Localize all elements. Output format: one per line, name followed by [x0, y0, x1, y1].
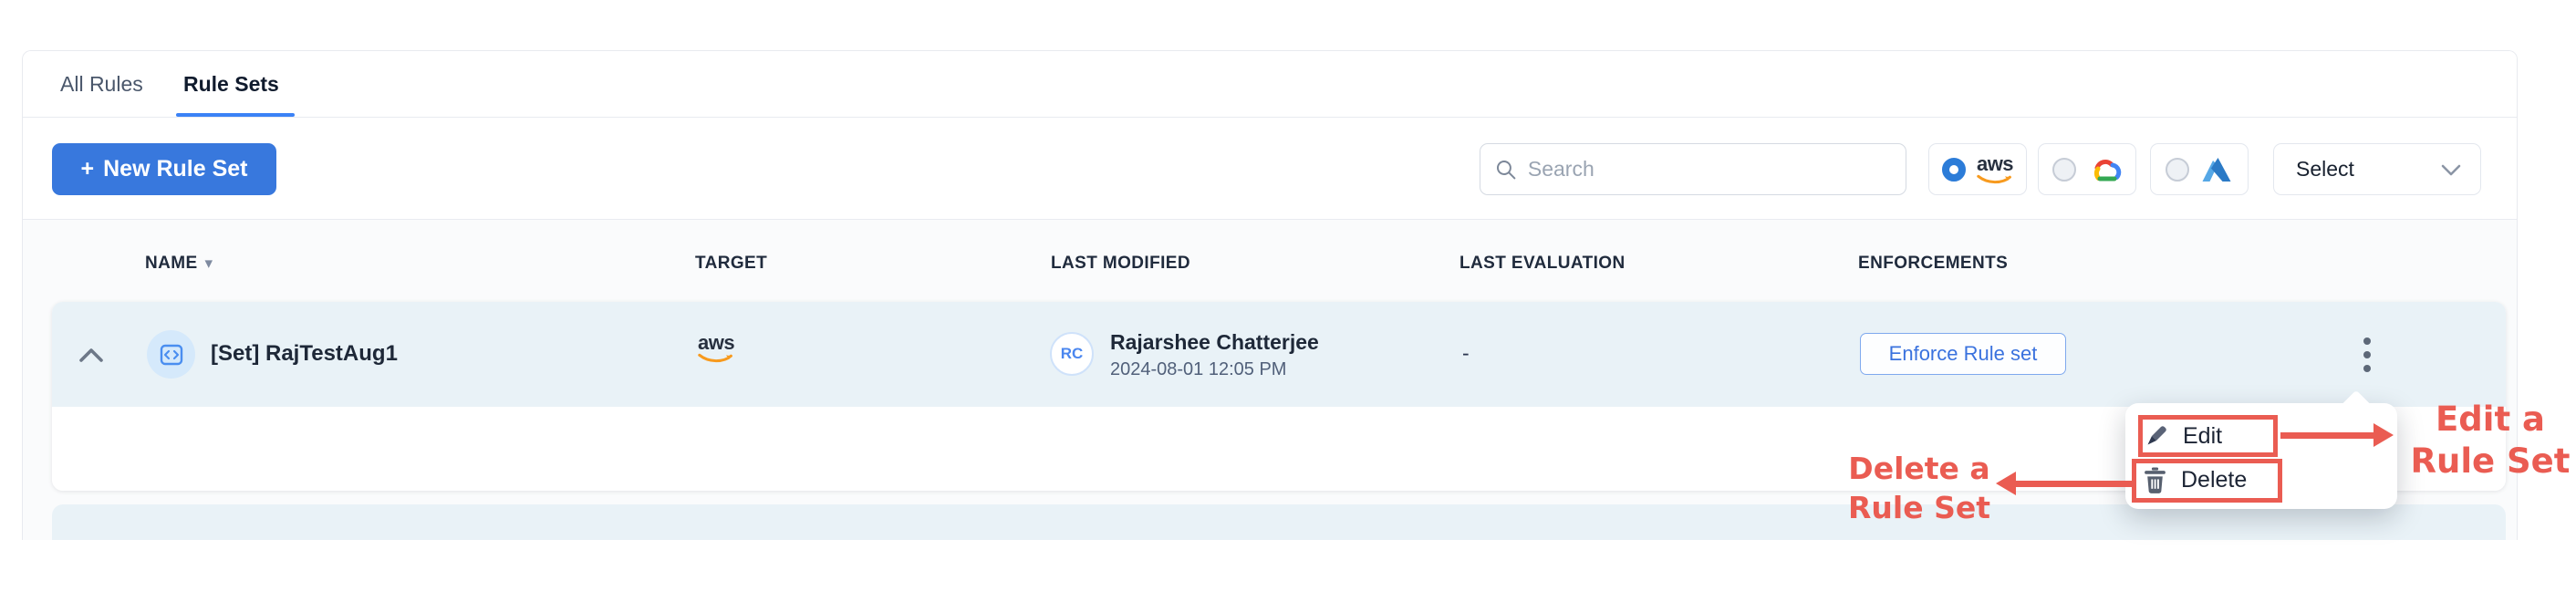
gcp-filter-toggle[interactable]	[2038, 143, 2136, 195]
chevron-up-icon[interactable]	[78, 347, 105, 364]
sort-caret-icon: ▾	[205, 254, 213, 272]
plus-icon: +	[81, 156, 95, 182]
toolbar: + New Rule Set aws	[23, 118, 2517, 220]
column-header-name[interactable]: NAME▾	[145, 254, 213, 274]
column-header-enforcements: ENFORCEMENTS	[1858, 254, 2008, 274]
menu-item-edit[interactable]: Edit	[2144, 416, 2222, 456]
radio-unselected-icon	[2166, 158, 2189, 182]
edit-annotation-label: Edit a Rule Set	[2408, 399, 2572, 483]
radio-unselected-icon	[2052, 158, 2076, 182]
rules-page: All Rules Rule Sets + New Rule Set	[0, 0, 2576, 602]
menu-item-delete[interactable]: Delete	[2144, 460, 2247, 500]
target-aws-logo-icon: aws	[698, 333, 734, 364]
edit-arrow-line	[2280, 432, 2375, 439]
column-header-last-modified: LAST MODIFIED	[1051, 254, 1190, 274]
menu-item-delete-label: Delete	[2181, 467, 2247, 493]
kebab-menu-icon[interactable]	[2356, 334, 2378, 376]
azure-filter-toggle[interactable]	[2150, 143, 2249, 195]
search-icon	[1495, 158, 1517, 182]
new-rule-set-button[interactable]: + New Rule Set	[52, 143, 276, 195]
trash-icon	[2144, 467, 2166, 493]
chevron-down-icon	[2440, 162, 2462, 177]
delete-annotation-label: Delete a Rule Set	[1841, 449, 1998, 527]
rule-set-name: [Set] RajTestAug1	[211, 341, 398, 367]
delete-arrow-line	[2016, 481, 2135, 487]
search-input[interactable]	[1528, 157, 1891, 182]
aws-filter-toggle[interactable]: aws	[1928, 143, 2027, 195]
tab-rule-sets[interactable]: Rule Sets	[183, 51, 279, 117]
column-header-last-evaluation: LAST EVALUATION	[1459, 254, 1626, 274]
aws-logo-icon: aws	[1977, 154, 2013, 185]
select-dropdown-value: Select	[2296, 157, 2354, 182]
target-aws-text: aws	[698, 333, 734, 353]
tab-all-rules[interactable]: All Rules	[60, 51, 143, 117]
delete-arrow-head-icon	[1996, 472, 2016, 495]
enforce-rule-set-button[interactable]: Enforce Rule set	[1860, 333, 2066, 375]
pencil-icon	[2144, 424, 2168, 449]
context-menu: Edit Delete	[2125, 403, 2397, 509]
rule-set-row[interactable]: [Set] RajTestAug1 aws RC Rajarshee Chatt…	[52, 302, 2506, 407]
modified-timestamp: 2024-08-01 12:05 PM	[1110, 359, 1286, 380]
gcp-logo-icon	[2087, 156, 2122, 183]
active-tab-underline	[176, 113, 295, 117]
select-dropdown[interactable]: Select	[2273, 143, 2481, 195]
tabs-bar: All Rules Rule Sets	[23, 51, 2517, 118]
column-header-target: TARGET	[695, 254, 767, 274]
next-rule-set-row-partial[interactable]	[52, 504, 2506, 540]
rule-set-icon	[147, 330, 195, 379]
menu-item-edit-label: Edit	[2183, 423, 2222, 450]
avatar: RC	[1050, 332, 1094, 376]
azure-logo-icon	[2200, 156, 2233, 183]
radio-selected-icon	[1942, 158, 1966, 182]
edit-arrow-head-icon	[2373, 423, 2394, 447]
new-rule-set-label: New Rule Set	[103, 156, 247, 182]
modified-by-name: Rajarshee Chatterjee	[1110, 330, 1319, 355]
last-evaluation-value: -	[1462, 341, 1470, 366]
aws-logo-text: aws	[1977, 154, 2013, 174]
search-box[interactable]	[1480, 143, 1906, 195]
